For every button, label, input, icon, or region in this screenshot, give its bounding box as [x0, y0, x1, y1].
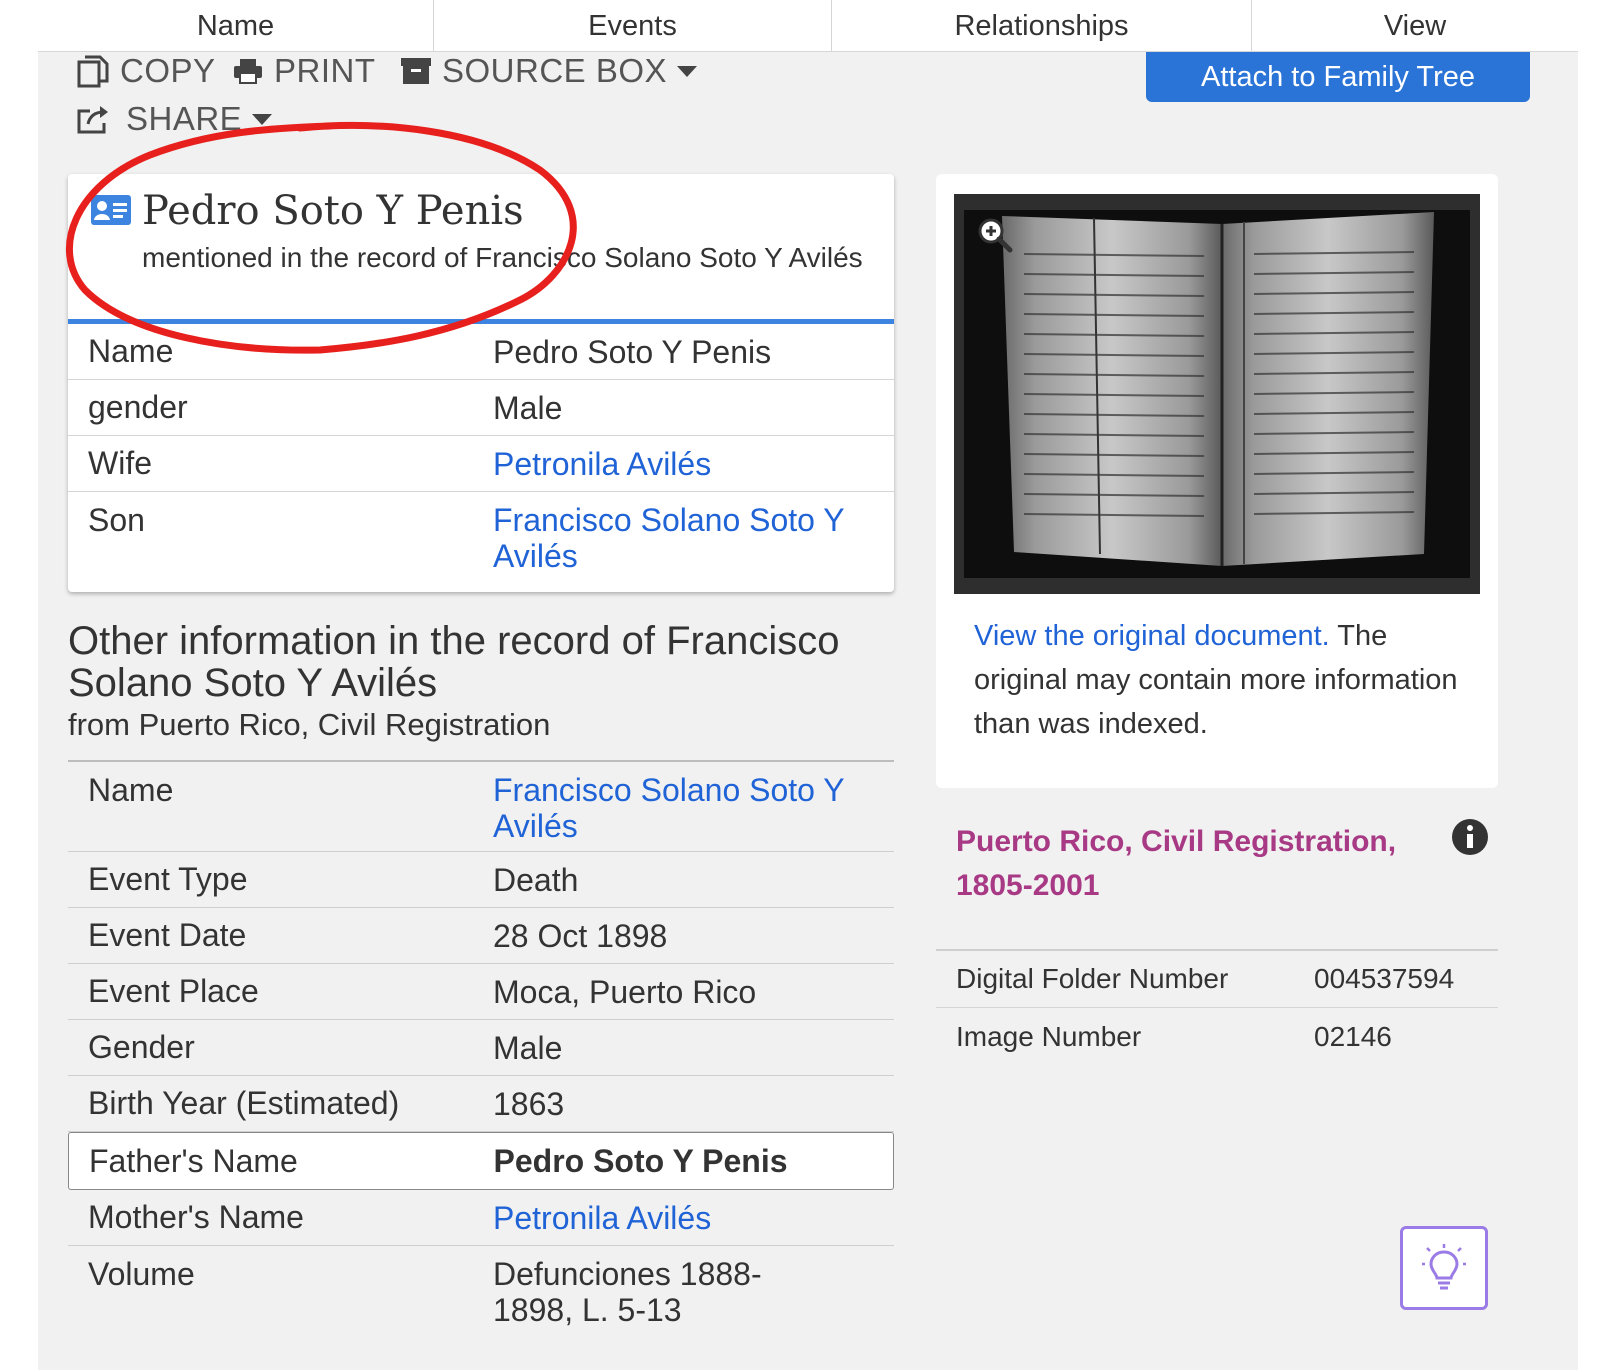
- share-button[interactable]: SHARE: [76, 100, 273, 138]
- chevron-down-icon: [677, 65, 698, 77]
- row-label: Mother's Name: [88, 1199, 304, 1235]
- person-name-heading: Pedro Soto Y Penis: [142, 188, 524, 234]
- row-label: Digital Folder Number: [956, 963, 1229, 994]
- person-row-name: Name Pedro Soto Y Penis: [68, 324, 894, 380]
- copy-icon: [77, 55, 109, 88]
- share-icon: [77, 106, 108, 134]
- lightbulb-icon: [1422, 1244, 1466, 1290]
- row-value: Pedro Soto Y Penis: [493, 333, 772, 370]
- print-label: PRINT: [274, 52, 376, 89]
- table-row: Volume Defunciones 1888-1898, L. 5-13: [68, 1246, 894, 1332]
- mother-link[interactable]: Petronila Avilés: [493, 1200, 893, 1236]
- table-row: Event Type Death: [68, 852, 894, 908]
- record-details-table: Name Francisco Solano Soto Y Avilés Even…: [68, 760, 894, 1332]
- tab-name[interactable]: Name: [38, 0, 434, 52]
- info-icon[interactable]: [1451, 818, 1489, 856]
- zoom-in-icon[interactable]: [976, 216, 1014, 254]
- row-label: Gender: [88, 1029, 195, 1065]
- share-label: SHARE: [126, 100, 243, 137]
- top-nav: Name Events Relationships View: [38, 0, 1578, 52]
- person-card: Pedro Soto Y Penis mentioned in the reco…: [68, 174, 894, 592]
- row-value: Moca, Puerto Rico: [493, 973, 757, 1010]
- person-id-card-icon: [91, 195, 131, 225]
- row-value: 1863: [493, 1085, 565, 1122]
- row-label: Birth Year (Estimated): [88, 1085, 400, 1121]
- row-label: Event Date: [88, 917, 247, 953]
- record-page: COPY PRINT SOURCE BOX SHARE Attach to Fa…: [38, 52, 1578, 1370]
- table-row-highlighted: Father's Name Pedro Soto Y Penis: [68, 1132, 894, 1190]
- image-panel: View the original document. The original…: [936, 174, 1498, 788]
- son-link[interactable]: Francisco Solano Soto Y Avilés: [493, 502, 853, 592]
- person-row-wife: Wife Petronila Avilés: [68, 436, 894, 492]
- row-label: gender: [88, 389, 188, 425]
- table-row: Image Number 02146: [936, 1008, 1498, 1065]
- row-label: Name: [88, 772, 174, 808]
- collection-details-table: Digital Folder Number 004537594 Image Nu…: [936, 949, 1498, 1065]
- table-row: Mother's Name Petronila Avilés: [68, 1190, 894, 1246]
- row-label: Volume: [88, 1256, 195, 1292]
- row-label: Son: [88, 502, 145, 538]
- attach-to-family-tree-button[interactable]: Attach to Family Tree: [1146, 52, 1530, 102]
- row-label: Event Type: [88, 861, 248, 897]
- row-value: Death: [493, 861, 579, 898]
- row-label: Image Number: [956, 1020, 1142, 1052]
- row-label: Event Place: [88, 973, 259, 1009]
- wife-link[interactable]: Petronila Avilés: [493, 446, 893, 482]
- tab-events[interactable]: Events: [434, 0, 832, 52]
- source-box-label: SOURCE BOX: [442, 52, 668, 89]
- person-mentioned-subtitle: mentioned in the record of Francisco Sol…: [142, 242, 863, 273]
- person-row-son: Son Francisco Solano Soto Y Avilés: [68, 492, 894, 592]
- row-label: Wife: [88, 445, 152, 481]
- collection-title-link[interactable]: Puerto Rico, Civil Registration, 1805-20…: [956, 820, 1456, 908]
- row-value: 02146: [1314, 1020, 1392, 1052]
- document-image-thumbnail[interactable]: [954, 194, 1480, 594]
- person-row-gender: gender Male: [68, 380, 894, 436]
- principal-name-link[interactable]: Francisco Solano Soto Y Avilés: [493, 772, 853, 851]
- table-row: Gender Male: [68, 1020, 894, 1076]
- view-original-document-link[interactable]: View the original document.: [974, 620, 1330, 652]
- row-value: Male: [493, 1029, 563, 1066]
- table-row: Birth Year (Estimated) 1863: [68, 1076, 894, 1132]
- chevron-down-icon: [252, 113, 273, 125]
- source-box-button[interactable]: SOURCE BOX: [400, 52, 698, 90]
- view-original-text: View the original document. The original…: [974, 614, 1464, 746]
- printer-icon: [234, 59, 262, 84]
- tab-relationships[interactable]: Relationships: [832, 0, 1252, 52]
- print-button[interactable]: PRINT: [232, 52, 376, 90]
- table-row: Name Francisco Solano Soto Y Avilés: [68, 762, 894, 852]
- table-row: Event Date 28 Oct 1898: [68, 908, 894, 964]
- row-value: 28 Oct 1898: [493, 917, 668, 954]
- tab-view[interactable]: View: [1252, 0, 1578, 52]
- tips-button[interactable]: [1400, 1226, 1488, 1310]
- row-value: Defunciones 1888-1898, L. 5-13: [493, 1256, 762, 1328]
- row-label: Father's Name: [89, 1142, 298, 1179]
- row-label: Name: [88, 333, 174, 369]
- document-scan-image: [954, 194, 1480, 594]
- copy-button[interactable]: COPY: [76, 52, 216, 90]
- other-info-subtitle: from Puerto Rico, Civil Registration: [68, 707, 551, 742]
- archive-box-icon: [401, 58, 431, 84]
- row-value: Male: [493, 389, 563, 426]
- row-value: Pedro Soto Y Penis: [493, 1143, 788, 1179]
- other-info-heading: Other information in the record of Franc…: [68, 619, 840, 705]
- person-card-header: Pedro Soto Y Penis mentioned in the reco…: [68, 174, 894, 324]
- copy-label: COPY: [120, 52, 216, 89]
- table-row: Event Place Moca, Puerto Rico: [68, 964, 894, 1020]
- row-value: 004537594: [1314, 963, 1455, 994]
- table-row: Digital Folder Number 004537594: [936, 951, 1498, 1008]
